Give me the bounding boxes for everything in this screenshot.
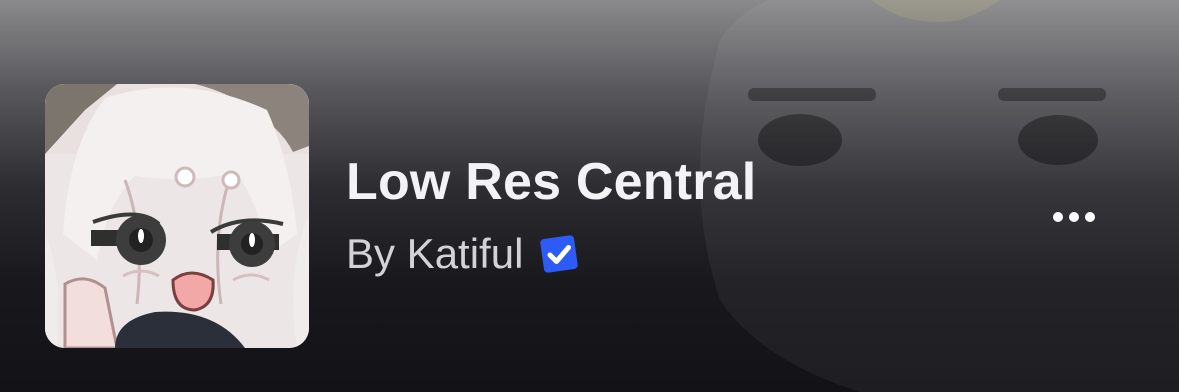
group-avatar-icon (45, 84, 309, 348)
group-avatar[interactable] (45, 84, 309, 348)
owner-link[interactable]: By Katiful (346, 226, 523, 282)
more-options-button[interactable] (1042, 193, 1106, 241)
group-header: Low Res Central By Katiful (0, 0, 1179, 392)
group-title: Low Res Central (346, 153, 757, 211)
verified-badge (537, 232, 581, 276)
verified-checkmark-icon (540, 235, 579, 273)
group-byline: By Katiful (346, 226, 581, 282)
more-options-icon (1053, 212, 1095, 222)
